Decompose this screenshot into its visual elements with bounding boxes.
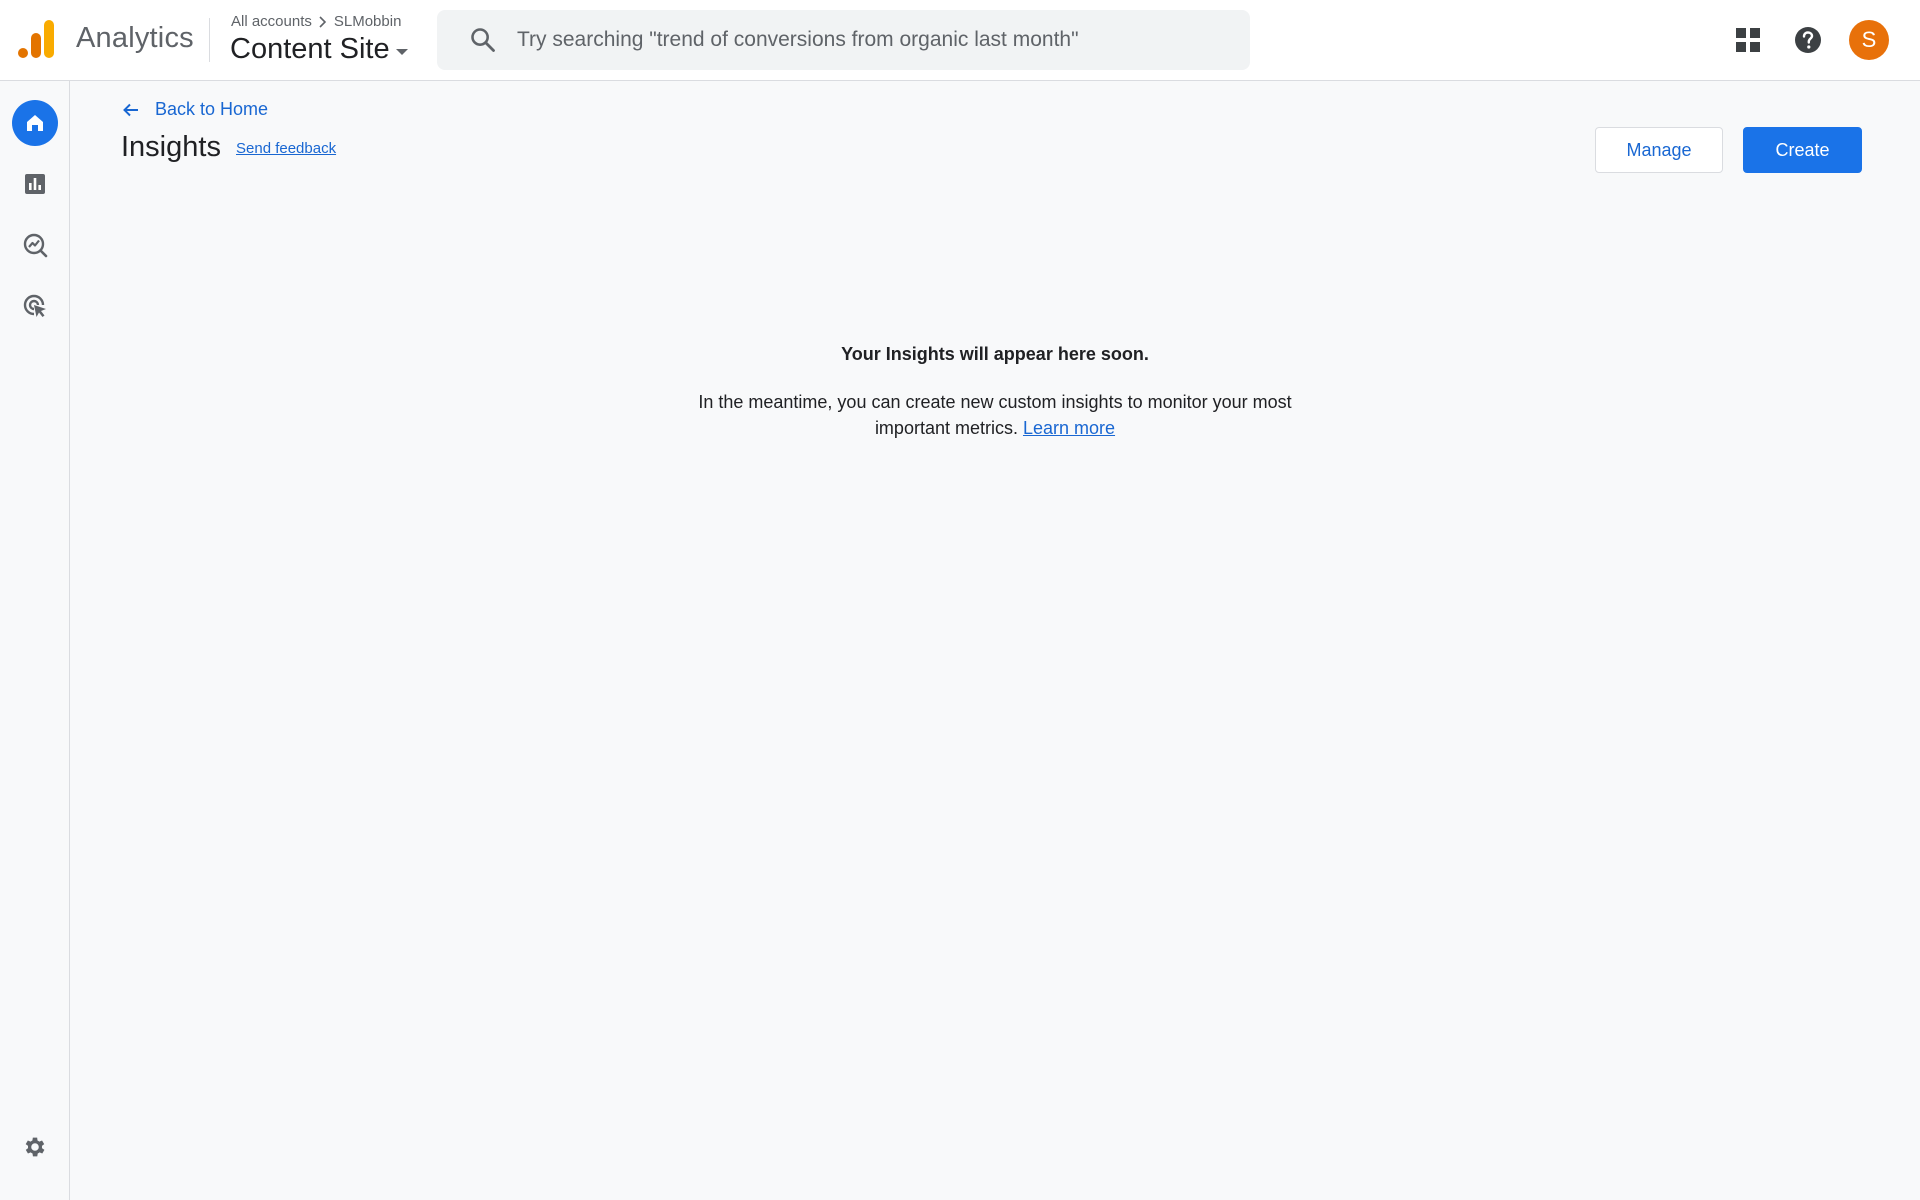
advertising-icon <box>23 294 46 317</box>
create-button[interactable]: Create <box>1743 127 1862 173</box>
search-bar[interactable] <box>437 10 1250 70</box>
product-name: Analytics <box>76 22 194 54</box>
arrow-back-icon <box>123 103 138 116</box>
breadcrumb-all-accounts[interactable]: All accounts <box>231 13 312 30</box>
property-name: Content Site <box>230 33 390 65</box>
top-app-bar: Analytics All accounts SLMobbin Content … <box>0 0 1920 81</box>
header-divider <box>209 18 210 62</box>
apps-grid-icon[interactable] <box>1728 20 1768 60</box>
left-navigation-rail <box>0 81 70 1200</box>
page-title: Insights <box>121 131 221 163</box>
rail-item-home[interactable] <box>12 100 58 146</box>
rail-item-reports[interactable] <box>12 161 58 207</box>
search-icon <box>471 28 495 52</box>
explore-icon <box>23 233 48 258</box>
rail-item-admin[interactable] <box>12 1124 58 1170</box>
account-breadcrumb[interactable]: All accounts SLMobbin <box>231 13 401 30</box>
chevron-right-icon <box>319 15 327 28</box>
rail-item-explore[interactable] <box>12 222 58 268</box>
home-icon <box>27 115 43 131</box>
breadcrumb-account[interactable]: SLMobbin <box>334 13 402 30</box>
manage-button[interactable]: Manage <box>1595 127 1723 173</box>
reports-icon <box>25 174 45 194</box>
help-icon[interactable] <box>1788 20 1828 60</box>
back-to-home-label: Back to Home <box>155 99 269 119</box>
caret-down-icon <box>395 48 408 55</box>
admin-gear-icon <box>25 1137 45 1157</box>
empty-state-text: In the meantime, you can create new cust… <box>698 392 1292 438</box>
rail-item-advertising[interactable] <box>12 283 58 329</box>
empty-state-body: In the meantime, you can create new cust… <box>690 389 1300 441</box>
send-feedback-link[interactable]: Send feedback <box>236 140 336 157</box>
search-input[interactable] <box>517 10 1217 70</box>
learn-more-link[interactable]: Learn more <box>1023 418 1115 438</box>
property-selector[interactable]: Content Site <box>230 33 408 66</box>
back-to-home-link[interactable]: Back to Home <box>121 99 268 120</box>
account-avatar[interactable]: S <box>1849 20 1889 60</box>
empty-state-title: Your Insights will appear here soon. <box>841 344 1149 364</box>
analytics-logo-icon[interactable] <box>18 20 54 58</box>
